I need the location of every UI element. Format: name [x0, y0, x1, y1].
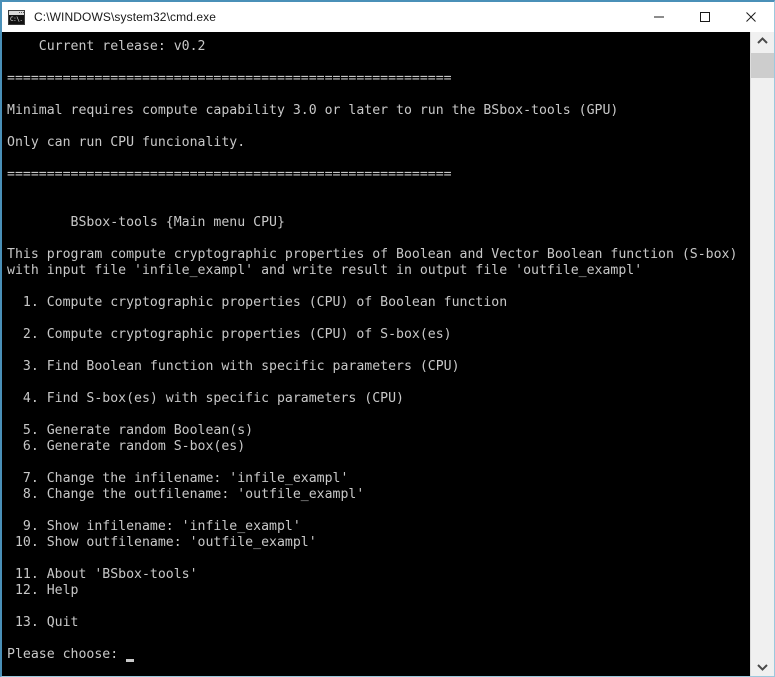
scrollbar-track[interactable]	[751, 50, 774, 658]
scroll-down-button[interactable]	[751, 658, 774, 676]
console-output-area[interactable]: Current release: v0.2 ==================…	[2, 32, 750, 676]
minimize-button[interactable]	[636, 2, 682, 32]
scroll-up-button[interactable]	[751, 32, 774, 50]
chevron-down-icon	[757, 664, 768, 671]
icon-prompt-text: C:\.	[9, 14, 24, 24]
window-controls	[636, 2, 774, 32]
maximize-icon	[700, 12, 710, 22]
vertical-scrollbar[interactable]	[750, 32, 774, 676]
minimize-icon	[654, 16, 664, 18]
close-icon	[746, 12, 756, 22]
chevron-up-icon	[757, 37, 768, 44]
cmd-window: C:\. C:\WINDOWS\system32\cmd.exe Current…	[0, 0, 775, 677]
maximize-button[interactable]	[682, 2, 728, 32]
title-bar[interactable]: C:\. C:\WINDOWS\system32\cmd.exe	[2, 2, 774, 32]
console-text: Current release: v0.2 ==================…	[7, 39, 738, 662]
scrollbar-thumb[interactable]	[751, 53, 774, 78]
cmd-console-icon: C:\.	[8, 9, 25, 25]
text-cursor	[126, 659, 135, 662]
close-button[interactable]	[728, 2, 774, 32]
window-title: C:\WINDOWS\system32\cmd.exe	[34, 10, 217, 24]
